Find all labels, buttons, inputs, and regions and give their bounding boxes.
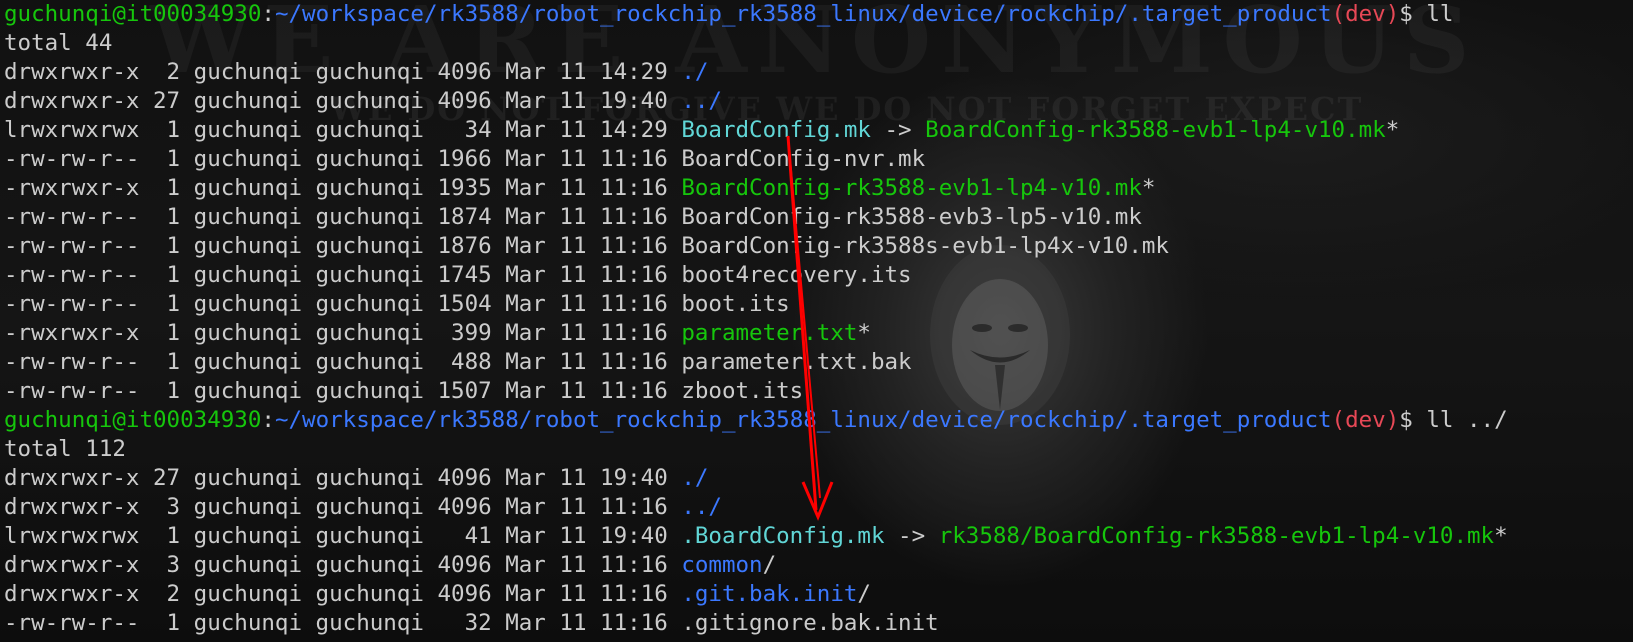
terminal-window[interactable]: WE ARE ANONYMOUS WE DO NOT FORGIVE WE DO… — [0, 0, 1633, 642]
annotation-arrow — [786, 135, 834, 521]
arrow-shaft-secondary — [787, 135, 821, 499]
arrow-head — [801, 481, 834, 521]
